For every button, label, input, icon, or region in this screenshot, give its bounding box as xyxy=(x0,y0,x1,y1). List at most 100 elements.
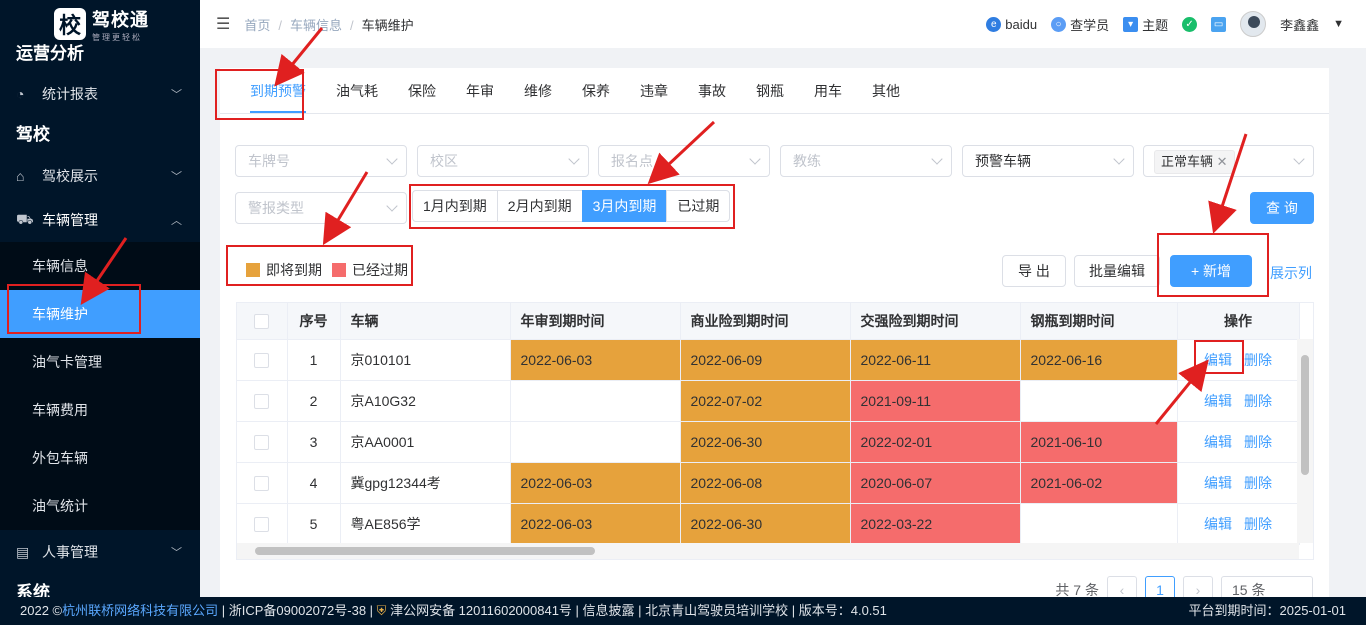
row-car: 粤AE856学 xyxy=(340,503,511,545)
row-checkbox[interactable] xyxy=(254,352,270,368)
tab-violation[interactable]: 违章 xyxy=(625,68,683,113)
table-header-row: 序号 车辆 年审到期时间 商业险到期时间 交强险到期时间 钢瓶到期时间 操作 xyxy=(237,303,1300,340)
sidebar-item-vehicle[interactable]: ⛟ 车辆管理 ︿ xyxy=(0,198,200,242)
query-button[interactable]: 查 询 xyxy=(1250,192,1314,224)
campus-select[interactable]: 校区 xyxy=(417,145,589,177)
building-icon: ⌂ xyxy=(16,168,25,184)
breadcrumb-home[interactable]: 首页 xyxy=(244,18,270,33)
close-icon[interactable]: ✕ xyxy=(1217,154,1228,169)
delete-link[interactable]: 删除 xyxy=(1244,475,1272,491)
col-header-annual[interactable]: 年审到期时间 xyxy=(510,303,681,340)
row-car: 冀gpg12344考 xyxy=(340,462,511,504)
sidebar-item-stats[interactable]: ◔ 统计报表 ﹀ xyxy=(0,72,200,116)
search-icon: ○ xyxy=(1051,16,1067,32)
batch-edit-button[interactable]: 批量编辑 xyxy=(1074,255,1160,287)
row-cylinder: 2021-06-02 xyxy=(1020,462,1178,504)
col-header-cylinder[interactable]: 钢瓶到期时间 xyxy=(1020,303,1178,340)
menu-fold-icon[interactable]: ☰ xyxy=(216,14,230,34)
sidebar-sub-vehicle-maintenance[interactable]: 车辆维护 xyxy=(0,290,200,338)
tab-annual-review[interactable]: 年审 xyxy=(451,68,509,113)
tab-expiry-warning[interactable]: 到期预警 xyxy=(235,68,321,113)
row-checkbox[interactable] xyxy=(254,475,270,491)
horizontal-scrollbar[interactable] xyxy=(237,543,1299,559)
row-no: 2 xyxy=(287,380,341,422)
user-name[interactable]: 李鑫鑫 xyxy=(1280,15,1319,34)
col-header-car[interactable]: 车辆 xyxy=(340,303,511,340)
shield-icon[interactable]: ✓ xyxy=(1182,16,1198,32)
tab-other[interactable]: 其他 xyxy=(857,68,915,113)
row-no: 1 xyxy=(287,339,341,381)
sidebar-sub-vehicle-info[interactable]: 车辆信息 xyxy=(0,242,200,290)
monitor-icon[interactable]: ▭ xyxy=(1211,16,1227,32)
row-checkbox[interactable] xyxy=(254,393,270,409)
theme-link[interactable]: ▾ 主题 xyxy=(1123,15,1168,34)
coach-select[interactable]: 教练 xyxy=(780,145,952,177)
edit-link[interactable]: 编辑 xyxy=(1204,516,1232,532)
breadcrumb-vehicle-info[interactable]: 车辆信息 xyxy=(290,18,342,33)
row-annual xyxy=(510,380,681,422)
footer-police[interactable]: 津公网安备 12011602000841号 | 信息披露 | 北京青山驾驶员培训… xyxy=(390,603,887,618)
check-student-label: 查学员 xyxy=(1070,17,1110,33)
delete-link[interactable]: 删除 xyxy=(1244,352,1272,368)
footer-company-link[interactable]: 杭州联桥网络科技有限公司 xyxy=(62,603,218,618)
edit-link[interactable]: 编辑 xyxy=(1204,475,1232,491)
breadcrumb-current: 车辆维护 xyxy=(361,17,414,33)
tab-maintenance[interactable]: 保养 xyxy=(567,68,625,113)
row-cylinder xyxy=(1020,503,1178,545)
sidebar-item-hr[interactable]: ▤ 人事管理 ﹀ xyxy=(0,530,200,574)
caret-down-icon[interactable]: ▼ xyxy=(1333,18,1344,30)
avatar[interactable] xyxy=(1240,11,1267,37)
period-2-month[interactable]: 2月内到期 xyxy=(496,190,583,222)
period-expired[interactable]: 已过期 xyxy=(666,190,731,222)
edit-link[interactable]: 编辑 xyxy=(1204,434,1232,450)
vertical-scrollbar[interactable] xyxy=(1297,339,1313,543)
row-car: 京AA0001 xyxy=(340,421,511,463)
alarm-type-select[interactable]: 警报类型 xyxy=(235,192,407,224)
baidu-link[interactable]: e baidu xyxy=(986,16,1037,32)
vertical-scroll-thumb[interactable] xyxy=(1301,355,1309,475)
tab-usage[interactable]: 用车 xyxy=(799,68,857,113)
vehicle-status-select[interactable]: 正常车辆 ✕ xyxy=(1143,145,1314,177)
expiry-table: 序号 车辆 年审到期时间 商业险到期时间 交强险到期时间 钢瓶到期时间 操作 1… xyxy=(236,302,1314,560)
footer-icp[interactable]: | 浙ICP备09002072号-38 | xyxy=(222,603,373,618)
row-commercial: 2022-06-09 xyxy=(680,339,851,381)
edit-link[interactable]: 编辑 xyxy=(1204,352,1232,368)
row-compulsory: 2021-09-11 xyxy=(850,380,1021,422)
logo-mark: 校 xyxy=(54,8,86,40)
select-all-checkbox[interactable] xyxy=(254,314,270,330)
tab-repair[interactable]: 维修 xyxy=(509,68,567,113)
row-compulsory: 2020-06-07 xyxy=(850,462,1021,504)
show-columns-link[interactable]: 展示列 xyxy=(1270,263,1312,283)
signup-point-select[interactable]: 报名点 xyxy=(598,145,770,177)
tab-insurance[interactable]: 保险 xyxy=(393,68,451,113)
table-row: 2 京A10G32 2022-07-02 2021-09-11 编辑 删除 xyxy=(237,380,1300,422)
coach-placeholder: 教练 xyxy=(793,153,821,169)
delete-link[interactable]: 删除 xyxy=(1244,434,1272,450)
period-3-month[interactable]: 3月内到期 xyxy=(581,190,668,222)
edit-link[interactable]: 编辑 xyxy=(1204,393,1232,409)
col-header-compulsory[interactable]: 交强险到期时间 xyxy=(850,303,1021,340)
sidebar-sub-fuel-card[interactable]: 油气卡管理 xyxy=(0,338,200,386)
car-icon: ⛟ xyxy=(16,210,34,227)
col-header-commercial[interactable]: 商业险到期时间 xyxy=(680,303,851,340)
row-checkbox[interactable] xyxy=(254,434,270,450)
add-button[interactable]: + 新增 xyxy=(1170,255,1252,287)
tab-fuel[interactable]: 油气耗 xyxy=(321,68,393,113)
sidebar-item-school[interactable]: ⌂ 驾校展示 ﹀ xyxy=(0,154,200,198)
delete-link[interactable]: 删除 xyxy=(1244,393,1272,409)
col-header-no[interactable]: 序号 xyxy=(287,303,341,340)
delete-link[interactable]: 删除 xyxy=(1244,516,1272,532)
sidebar-sub-outsourced[interactable]: 外包车辆 xyxy=(0,434,200,482)
row-annual xyxy=(510,421,681,463)
period-1-month[interactable]: 1月内到期 xyxy=(412,190,498,222)
row-checkbox[interactable] xyxy=(254,516,270,532)
tab-cylinder[interactable]: 钢瓶 xyxy=(741,68,799,113)
warn-vehicle-select[interactable]: 预警车辆 xyxy=(962,145,1134,177)
export-button[interactable]: 导 出 xyxy=(1002,255,1066,287)
sidebar-sub-vehicle-cost[interactable]: 车辆费用 xyxy=(0,386,200,434)
plate-select[interactable]: 车牌号 xyxy=(235,145,407,177)
sidebar-sub-fuel-stats[interactable]: 油气统计 xyxy=(0,482,200,530)
horizontal-scroll-thumb[interactable] xyxy=(255,547,595,555)
check-student-link[interactable]: ○ 查学员 xyxy=(1051,15,1109,34)
tab-accident[interactable]: 事故 xyxy=(683,68,741,113)
